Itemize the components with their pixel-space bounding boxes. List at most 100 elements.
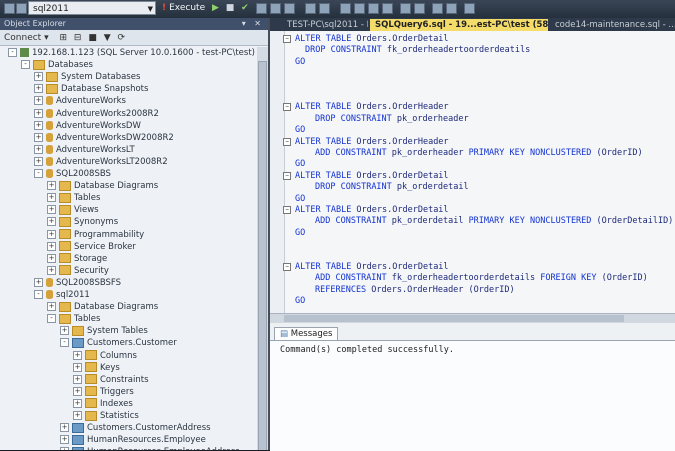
comment-icon[interactable]: [400, 3, 411, 14]
tree-node[interactable]: - Tables: [47, 313, 100, 325]
query-options-icon[interactable]: [284, 3, 295, 14]
collapse-toggle-icon[interactable]: -: [21, 60, 30, 70]
results-grid-icon[interactable]: [368, 3, 379, 14]
client-stats-icon[interactable]: [340, 3, 351, 14]
expand-toggle-icon[interactable]: +: [34, 156, 43, 166]
expand-toggle-icon[interactable]: +: [47, 253, 56, 263]
tree-node[interactable]: + Customers.CustomerAddress: [60, 422, 211, 434]
expand-toggle-icon[interactable]: +: [34, 108, 43, 118]
explorer-window-controls[interactable]: ▾ ✕: [242, 18, 264, 30]
tab-document[interactable]: code14-maintenance.sql - ...: [550, 19, 675, 31]
expand-toggle-icon[interactable]: +: [60, 326, 69, 336]
debug-play-icon[interactable]: ▶: [212, 3, 219, 13]
tree-node[interactable]: + SQL2008SBSFS: [34, 277, 121, 289]
outline-collapse-icon[interactable]: −: [283, 137, 291, 146]
tree-node[interactable]: + Programmability: [47, 229, 144, 241]
tree-node[interactable]: + Views: [47, 204, 99, 216]
tree-node[interactable]: + Statistics: [73, 410, 139, 422]
expand-toggle-icon[interactable]: +: [34, 277, 43, 287]
new-query-icon[interactable]: [4, 3, 15, 14]
tree-node[interactable]: + System Databases: [34, 71, 140, 83]
tree-node[interactable]: + AdventureWorksDW2008R2: [34, 132, 174, 144]
open-file-icon[interactable]: [16, 3, 27, 14]
expand-toggle-icon[interactable]: +: [47, 193, 56, 203]
expand-toggle-icon[interactable]: +: [47, 205, 56, 215]
tree-node[interactable]: - sql2011: [34, 289, 90, 301]
tree-node[interactable]: + AdventureWorksLT2008R2: [34, 156, 168, 168]
database-selector[interactable]: sql2011 ▼: [28, 1, 156, 15]
connect-button[interactable]: Connect ▾: [4, 33, 49, 43]
collapse-toggle-icon[interactable]: -: [8, 48, 17, 57]
stop-icon[interactable]: ■: [88, 33, 97, 43]
expand-toggle-icon[interactable]: +: [73, 350, 82, 360]
expand-toggle-icon[interactable]: +: [34, 84, 43, 94]
display-plan-icon[interactable]: [270, 3, 281, 14]
expand-toggle-icon[interactable]: +: [34, 72, 43, 82]
tree-node[interactable]: - Customers.Customer: [60, 337, 177, 349]
editor-hscroll-thumb[interactable]: [284, 315, 624, 322]
messages-tab[interactable]: ▤ Messages: [274, 327, 339, 341]
outline-collapse-icon[interactable]: −: [283, 103, 291, 112]
outline-collapse-icon[interactable]: −: [283, 263, 291, 271]
tree-node[interactable]: + Service Broker: [47, 241, 136, 253]
tab-document[interactable]: TEST-PC\sql2011 - Diagram_0*: [282, 19, 368, 31]
tree-node[interactable]: + Indexes: [73, 398, 133, 410]
expand-toggle-icon[interactable]: +: [47, 181, 56, 191]
tree-node[interactable]: + AdventureWorksDW: [34, 120, 141, 132]
outline-collapse-icon[interactable]: −: [283, 206, 291, 214]
tree-node[interactable]: + Synonyms: [47, 216, 118, 228]
outline-collapse-icon[interactable]: −: [283, 35, 291, 43]
expand-toggle-icon[interactable]: +: [73, 398, 82, 408]
tree-node[interactable]: + Database Diagrams: [47, 180, 158, 192]
tree-node[interactable]: + Keys: [73, 362, 120, 374]
expand-toggle-icon[interactable]: +: [34, 96, 43, 106]
tree-node[interactable]: + Constraints: [73, 374, 149, 386]
expand-toggle-icon[interactable]: +: [73, 374, 82, 384]
collapse-toggle-icon[interactable]: -: [47, 314, 56, 324]
expand-toggle-icon[interactable]: +: [47, 217, 56, 227]
collapse-toggle-icon[interactable]: -: [60, 338, 69, 348]
results-text-icon[interactable]: [354, 3, 365, 14]
tree-node[interactable]: + Columns: [73, 350, 137, 362]
expand-toggle-icon[interactable]: +: [47, 229, 56, 239]
tree-node[interactable]: + AdventureWorksLT: [34, 144, 135, 156]
tree-node[interactable]: + System Tables: [60, 325, 148, 337]
tree-node[interactable]: - Databases: [21, 59, 93, 71]
tree-node[interactable]: + AdventureWorks: [34, 95, 126, 107]
tree-node[interactable]: + HumanResources.Employee: [60, 434, 206, 446]
explorer-scrollbar[interactable]: [257, 47, 268, 450]
tree-node[interactable]: + Tables: [47, 192, 100, 204]
tree-node[interactable]: + Database Diagrams: [47, 301, 158, 313]
execute-button[interactable]: ! Execute ▶ ■ ✔: [162, 1, 249, 15]
intellisense-icon[interactable]: [305, 3, 316, 14]
tab-active-query[interactable]: SQLQuery6.sql - 19...est-PC\test (58))*: [370, 19, 548, 31]
expand-toggle-icon[interactable]: +: [47, 265, 56, 275]
tree-node[interactable]: - 192.168.1.123 (SQL Server 10.0.1600 - t…: [8, 47, 255, 59]
expand-toggle-icon[interactable]: +: [73, 362, 82, 372]
expand-toggle-icon[interactable]: +: [34, 132, 43, 142]
uncomment-icon[interactable]: [414, 3, 425, 14]
collapse-toggle-icon[interactable]: -: [34, 290, 43, 299]
outline-collapse-icon[interactable]: −: [283, 171, 291, 180]
tree-node[interactable]: + Security: [47, 265, 109, 277]
expand-toggle-icon[interactable]: +: [73, 386, 82, 396]
specify-values-icon[interactable]: [464, 3, 475, 14]
refresh-icon[interactable]: ⟳: [118, 33, 126, 43]
increase-indent-icon[interactable]: [446, 3, 457, 14]
explorer-scroll-thumb[interactable]: [258, 61, 267, 450]
expand-toggle-icon[interactable]: +: [34, 120, 43, 130]
tree-node[interactable]: +HumanResources.EmployeeAddress: [60, 446, 240, 450]
tree-node[interactable]: + Triggers: [73, 386, 134, 398]
connect-icon[interactable]: ⊞: [59, 33, 67, 43]
expand-toggle-icon[interactable]: +: [60, 435, 69, 445]
tree-node[interactable]: + Storage: [47, 253, 107, 265]
expand-toggle-icon[interactable]: +: [73, 411, 82, 420]
expand-toggle-icon[interactable]: +: [34, 144, 43, 154]
collapse-toggle-icon[interactable]: -: [34, 169, 43, 178]
tree-node[interactable]: + Database Snapshots: [34, 83, 148, 95]
stop-icon[interactable]: ■: [226, 3, 235, 13]
tree-node[interactable]: - SQL2008SBS: [34, 168, 111, 180]
include-plan-icon[interactable]: [319, 3, 330, 14]
expand-toggle-icon[interactable]: +: [60, 423, 69, 433]
query-editor[interactable]: − ALTER TABLE Orders.OrderDetail DROP CONS…: [270, 31, 675, 313]
